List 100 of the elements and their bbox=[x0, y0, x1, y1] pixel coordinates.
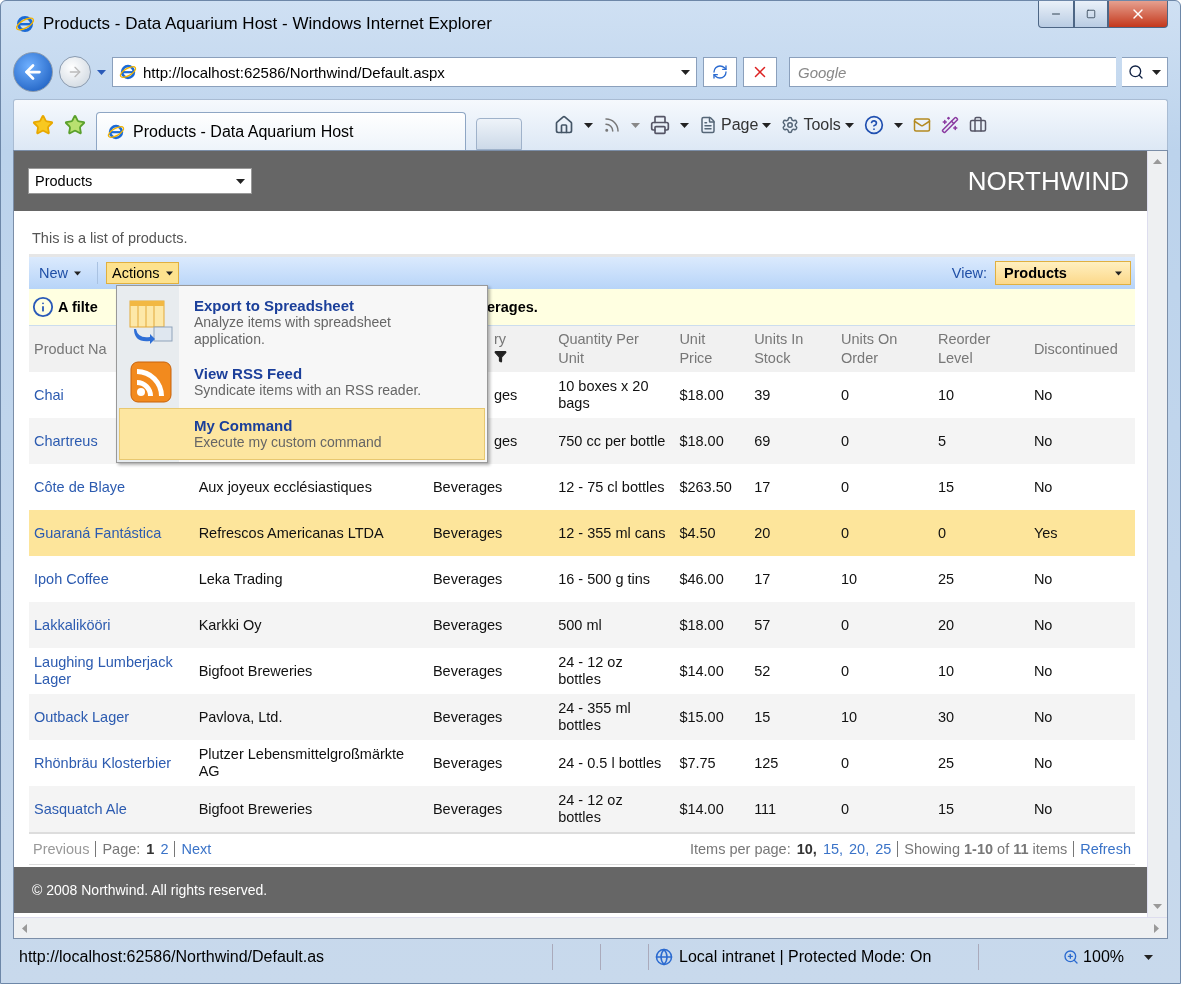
table-row[interactable]: Rhönbräu Klosterbier Plutzer Lebensmittelgroßmärkte AG Beverages 24 - 0.5 l bottles $7.75 125 0 25 No bbox=[29, 740, 1135, 786]
toolbar-menu-button[interactable]: New bbox=[33, 262, 87, 284]
column-header[interactable]: Unit Price bbox=[674, 326, 750, 372]
table-cell: 57 bbox=[749, 602, 836, 648]
filter-icon bbox=[493, 350, 507, 363]
caret-icon bbox=[680, 120, 689, 130]
column-header[interactable]: Quantity Per Unit bbox=[553, 326, 675, 372]
caret-icon bbox=[844, 120, 854, 130]
column-header[interactable]: Units In Stock bbox=[749, 326, 836, 372]
table-cell: Leka Trading bbox=[193, 556, 428, 602]
mail-icon[interactable] bbox=[912, 116, 931, 134]
home-icon[interactable] bbox=[554, 115, 574, 135]
table-cell: 5 bbox=[932, 418, 1029, 464]
table-cell: Karkki Oy bbox=[193, 602, 428, 648]
table-cell: 15 bbox=[932, 786, 1029, 832]
table-cell: Pavlova, Ltd. bbox=[193, 694, 428, 740]
table-cell: $7.75 bbox=[674, 740, 750, 786]
caret-icon bbox=[1152, 67, 1161, 77]
table-cell: 10 boxes x 20 bags bbox=[553, 372, 675, 418]
spreadsheet-export-icon bbox=[128, 299, 174, 345]
product-link[interactable]: Côte de Blaye bbox=[29, 464, 194, 510]
table-cell: 500 ml bbox=[553, 602, 675, 648]
table-cell: 0 bbox=[836, 464, 933, 510]
table-cell: Bigfoot Breweries bbox=[193, 648, 428, 694]
table-picker[interactable]: Products bbox=[28, 168, 252, 194]
stop-button[interactable] bbox=[743, 57, 777, 87]
print-icon[interactable] bbox=[650, 115, 670, 135]
table-cell: 750 cc per bottle bbox=[553, 418, 675, 464]
view-label: View: bbox=[951, 265, 987, 281]
column-header[interactable]: Discontinued bbox=[1028, 326, 1135, 372]
table-row[interactable]: Ipoh Coffee Leka Trading Beverages 16 - 500 g tins $46.00 17 10 25 No bbox=[29, 556, 1135, 602]
table-cell: 0 bbox=[836, 602, 933, 648]
table-cell: 125 bbox=[749, 740, 836, 786]
table-cell: 20 bbox=[932, 602, 1029, 648]
horizontal-scrollbar[interactable] bbox=[14, 917, 1167, 938]
product-link[interactable]: Lakkalikööri bbox=[29, 602, 194, 648]
page-link[interactable]: 1 bbox=[146, 841, 155, 857]
vertical-scrollbar[interactable] bbox=[1147, 151, 1167, 917]
table-row[interactable]: Sasquatch Ale Bigfoot Breweries Beverages 24 - 12 oz bottles $14.00 111 0 15 No bbox=[29, 786, 1135, 832]
caret-icon bbox=[584, 120, 593, 130]
table-cell: $263.50 bbox=[674, 464, 750, 510]
table-cell: $46.00 bbox=[674, 556, 750, 602]
page-size-link[interactable]: 10, bbox=[796, 841, 817, 857]
product-link[interactable]: Sasquatch Ale bbox=[29, 786, 194, 832]
page-size-link[interactable]: 20, bbox=[849, 841, 870, 857]
address-field[interactable]: http://localhost:62586/Northwind/Default.aspx bbox=[112, 57, 697, 87]
add-favorite-icon[interactable] bbox=[64, 114, 86, 136]
next-link[interactable]: Next bbox=[181, 841, 212, 857]
page-link[interactable]: 2 bbox=[160, 841, 169, 857]
product-link[interactable]: Ipoh Coffee bbox=[29, 556, 194, 602]
refresh-link[interactable]: Refresh bbox=[1080, 841, 1131, 857]
caret-icon bbox=[20, 923, 29, 933]
showing-text: Showing 1-10 of 11 items bbox=[904, 841, 1068, 857]
refresh-button[interactable] bbox=[703, 57, 737, 87]
forward-button[interactable] bbox=[59, 56, 91, 88]
product-link[interactable]: Laughing Lumberjack Lager bbox=[29, 648, 194, 694]
table-row[interactable]: Outback Lager Pavlova, Ltd. Beverages 24 - 355 ml bottles $15.00 15 10 30 No bbox=[29, 694, 1135, 740]
rss-icon bbox=[130, 361, 172, 403]
column-header[interactable]: Units On Order bbox=[836, 326, 933, 372]
page-size-link[interactable]: 15, bbox=[822, 841, 844, 857]
table-cell: 0 bbox=[836, 648, 933, 694]
page-icon bbox=[119, 63, 137, 81]
zoom-level[interactable]: 100% bbox=[1063, 948, 1124, 966]
table-row[interactable]: Laughing Lumberjack Lager Bigfoot Breweries Beverages 24 - 12 oz bottles $14.00 52 0 10 No bbox=[29, 648, 1135, 694]
table-cell: 10 bbox=[836, 694, 933, 740]
back-button[interactable] bbox=[13, 52, 53, 92]
maximize-button[interactable] bbox=[1074, 1, 1108, 28]
product-link[interactable]: Rhönbräu Klosterbier bbox=[29, 740, 194, 786]
table-row[interactable]: Côte de Blaye Aux joyeux ecclésiastiques Beverages 12 - 75 cl bottles $263.50 17 0 15 No bbox=[29, 464, 1135, 510]
close-button[interactable] bbox=[1108, 1, 1168, 28]
help-icon[interactable] bbox=[863, 115, 884, 135]
footer-text: © 2008 Northwind. All rights reserved. bbox=[14, 867, 1147, 913]
view-select[interactable]: Products bbox=[995, 261, 1131, 285]
table-cell: Beverages bbox=[427, 786, 554, 832]
toolbar-menu-button[interactable]: Actions bbox=[106, 262, 179, 284]
product-link[interactable]: Outback Lager bbox=[29, 694, 194, 740]
table-cell: Refrescos Americanas LTDA bbox=[193, 510, 428, 556]
search-field[interactable]: Google bbox=[789, 57, 1116, 87]
table-cell: 39 bbox=[749, 372, 836, 418]
table-cell: No bbox=[1028, 556, 1135, 602]
table-cell: Yes bbox=[1028, 510, 1135, 556]
search-button[interactable] bbox=[1122, 57, 1168, 87]
table-cell: 24 - 12 oz bottles bbox=[553, 786, 675, 832]
browser-tab[interactable]: Products - Data Aquarium Host bbox=[96, 112, 466, 150]
command-menu[interactable]: Page bbox=[699, 116, 772, 134]
briefcase-icon[interactable] bbox=[968, 116, 987, 134]
feeds-icon[interactable] bbox=[603, 116, 621, 134]
product-link[interactable]: Guaraná Fantástica bbox=[29, 510, 194, 556]
column-header[interactable]: Reorder Level bbox=[932, 326, 1029, 372]
wand-icon[interactable] bbox=[940, 116, 959, 134]
table-cell: 25 bbox=[932, 556, 1029, 602]
page-size-link[interactable]: 25 bbox=[875, 841, 892, 857]
table-cell: 17 bbox=[749, 464, 836, 510]
table-cell: $18.00 bbox=[674, 602, 750, 648]
command-menu[interactable]: Tools bbox=[781, 116, 854, 134]
menu-item[interactable]: My Command Execute my custom command bbox=[119, 408, 485, 460]
minimize-button[interactable] bbox=[1038, 1, 1074, 28]
favorites-star-icon[interactable] bbox=[32, 114, 54, 136]
table-row[interactable]: Lakkalikööri Karkki Oy Beverages 500 ml $18.00 57 0 20 No bbox=[29, 602, 1135, 648]
caret-icon bbox=[762, 120, 772, 130]
